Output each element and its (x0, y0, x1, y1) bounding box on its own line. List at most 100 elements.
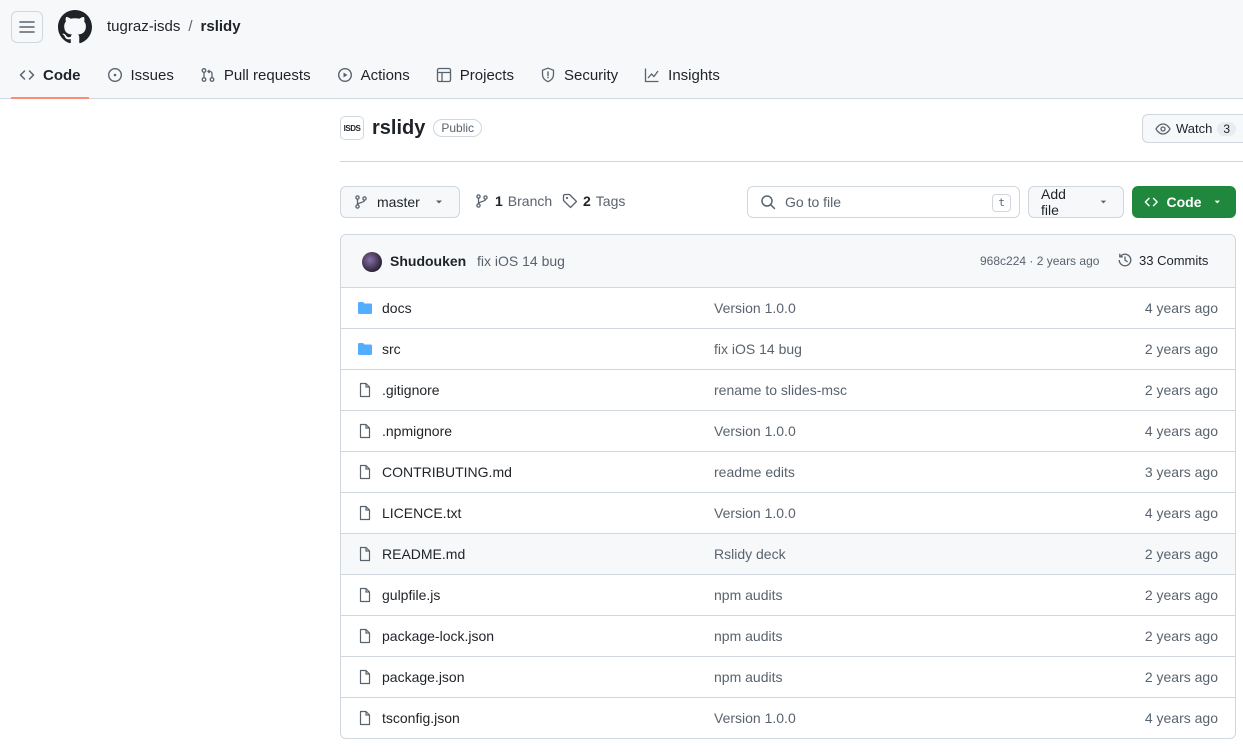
file-commit-message-link[interactable]: Version 1.0.0 (714, 505, 796, 521)
file-row[interactable]: src fix iOS 14 bug 2 years ago (341, 329, 1235, 370)
file-icon (359, 423, 371, 439)
tab-issues[interactable]: Issues (99, 57, 182, 93)
file-commit-message-link[interactable]: Version 1.0.0 (714, 710, 796, 726)
visibility-badge: Public (433, 119, 483, 137)
caret-down-icon (1100, 200, 1107, 204)
tab-label: Pull requests (223, 66, 311, 84)
file-list: docs Version 1.0.0 4 years ago src fix iOS 1… (341, 288, 1235, 738)
file-row[interactable]: README.md Rslidy deck 2 years ago (341, 534, 1235, 575)
branch-count: 1 (495, 193, 503, 209)
file-name-link[interactable]: package-lock.json (382, 628, 494, 644)
keyboard-shortcut-hint: t (992, 194, 1011, 212)
caret-down-icon (1214, 200, 1220, 204)
repo-avatar: ISDS (340, 116, 364, 140)
file-commit-message-link[interactable]: npm audits (714, 628, 782, 644)
tag-count-label: Tags (595, 193, 626, 209)
repo-title-area: ISDS rslidy Public (340, 116, 483, 140)
github-logo-icon[interactable] (58, 10, 92, 44)
commits-history-link[interactable]: 33 Commits (1117, 252, 1208, 268)
file-age: 2 years ago (1144, 382, 1218, 398)
file-age: 4 years ago (1144, 505, 1218, 521)
file-name-link[interactable]: gulpfile.js (382, 587, 440, 603)
git-branch-icon (476, 194, 488, 208)
search-icon (761, 195, 776, 210)
tab-actions[interactable]: Actions (329, 57, 418, 93)
file-commit-message-link[interactable]: readme edits (714, 464, 795, 480)
file-commit-message-link[interactable]: Version 1.0.0 (714, 300, 796, 316)
file-name-link[interactable]: .gitignore (382, 382, 440, 398)
file-name-link[interactable]: .npmignore (382, 423, 452, 439)
repo-name[interactable]: rslidy (372, 117, 425, 140)
file-name-link[interactable]: CONTRIBUTING.md (382, 464, 512, 480)
hamburger-menu-button[interactable] (11, 11, 43, 43)
file-name-link[interactable]: tsconfig.json (382, 710, 460, 726)
branches-link[interactable]: 1 Branch (474, 193, 552, 209)
file-row[interactable]: .gitignore rename to slides-msc 2 years ag… (341, 370, 1235, 411)
branch-select-button[interactable]: master (340, 186, 460, 218)
commit-author-link[interactable]: Shudouken (390, 253, 466, 269)
tag-icon (562, 193, 578, 209)
file-commit-message-link[interactable]: Version 1.0.0 (714, 423, 796, 439)
tab-pull-requests[interactable]: Pull requests (192, 57, 319, 93)
commit-hash-date[interactable]: 968c224 · 2 years ago (980, 254, 1099, 268)
breadcrumb-separator: / (188, 18, 193, 35)
tab-code[interactable]: Code (11, 57, 89, 99)
file-row[interactable]: gulpfile.js npm audits 2 years ago (341, 575, 1235, 616)
add-file-label: Add file (1041, 186, 1066, 218)
file-icon (359, 710, 371, 726)
file-commit-message-link[interactable]: rename to slides-msc (714, 382, 847, 398)
caret-down-icon (436, 200, 442, 204)
add-file-button[interactable]: Add file (1028, 186, 1124, 218)
code-dropdown-button[interactable]: Code (1132, 186, 1236, 218)
file-age: 4 years ago (1144, 710, 1218, 726)
file-row[interactable]: LICENCE.txt Version 1.0.0 4 years ago (341, 493, 1235, 534)
code-button-label: Code (1166, 194, 1202, 210)
commit-message-link[interactable]: fix iOS 14 bug (477, 253, 565, 269)
file-icon (359, 382, 371, 398)
file-age: 2 years ago (1144, 628, 1218, 644)
file-name-link[interactable]: docs (382, 300, 412, 316)
breadcrumb-owner-link[interactable]: tugraz-isds (107, 17, 180, 37)
top-header: tugraz-isds / rslidy Code Issues Pull re… (0, 0, 1243, 99)
breadcrumb-repo-link[interactable]: rslidy (201, 17, 241, 37)
file-age: 2 years ago (1144, 546, 1218, 562)
code-icon (19, 70, 35, 80)
file-name-link[interactable]: README.md (382, 546, 465, 562)
branch-name: master (377, 194, 420, 210)
history-icon (1118, 253, 1132, 267)
file-commit-message-link[interactable]: fix iOS 14 bug (714, 341, 802, 357)
file-age: 2 years ago (1144, 341, 1218, 357)
file-icon (359, 505, 371, 521)
file-icon (359, 669, 371, 685)
tags-link[interactable]: 2 Tags (562, 193, 625, 209)
repo-nav-tabs: Code Issues Pull requests Actions Projec… (11, 57, 738, 99)
file-commit-message-link[interactable]: npm audits (714, 669, 782, 685)
eye-icon (1155, 122, 1171, 135)
watch-label: Watch (1176, 121, 1213, 136)
tag-count: 2 (583, 193, 591, 209)
tab-projects[interactable]: Projects (428, 57, 522, 93)
hamburger-icon (19, 21, 35, 33)
file-commit-message-link[interactable]: Rslidy deck (714, 546, 786, 562)
tab-security[interactable]: Security (532, 57, 626, 93)
avatar[interactable] (362, 252, 382, 272)
play-icon (337, 67, 352, 83)
file-name-link[interactable]: src (382, 341, 401, 357)
file-row[interactable]: package-lock.json npm audits 2 years ago (341, 616, 1235, 657)
tab-insights[interactable]: Insights (636, 57, 728, 93)
file-age: 2 years ago (1144, 587, 1218, 603)
breadcrumb: tugraz-isds / rslidy (107, 17, 241, 37)
go-to-file-input[interactable]: Go to file t (747, 186, 1020, 218)
file-commit-message-link[interactable]: npm audits (714, 587, 782, 603)
file-row[interactable]: docs Version 1.0.0 4 years ago (341, 288, 1235, 329)
file-row[interactable]: .npmignore Version 1.0.0 4 years ago (341, 411, 1235, 452)
file-icon (359, 464, 371, 480)
file-row[interactable]: tsconfig.json Version 1.0.0 4 years ago (341, 698, 1235, 738)
tab-label: Projects (459, 66, 514, 84)
watch-button[interactable]: Watch 3 (1142, 114, 1243, 143)
file-name-link[interactable]: package.json (382, 669, 465, 685)
file-row[interactable]: package.json npm audits 2 years ago (341, 657, 1235, 698)
file-name-link[interactable]: LICENCE.txt (382, 505, 461, 521)
file-age: 4 years ago (1144, 423, 1218, 439)
file-row[interactable]: CONTRIBUTING.md readme edits 3 years ago (341, 452, 1235, 493)
